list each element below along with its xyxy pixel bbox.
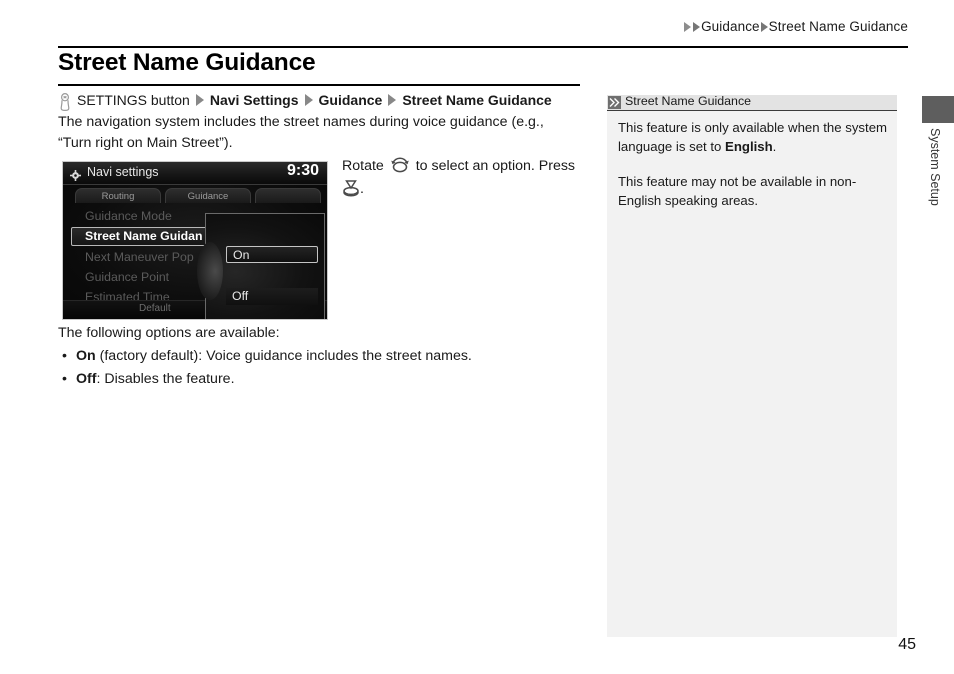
intro-paragraph: The navigation system includes the stree… [58, 114, 544, 151]
double-chevron-icon [608, 96, 621, 109]
nav-tabs: Routing Guidance [69, 188, 321, 203]
chevron-right-icon [388, 94, 397, 106]
rotate-text-middle: to select an option. Press [415, 158, 576, 174]
chevron-right-icon [195, 94, 204, 106]
title-divider [58, 84, 580, 86]
rotate-text-before: Rotate [342, 158, 384, 174]
section-tab-label: System Setup [928, 128, 942, 206]
rotate-knob-icon [389, 157, 411, 173]
nav-body: Routing Guidance Guidance Mode Street Na… [63, 185, 327, 319]
list-item: • Off: Disables the feature. [58, 368, 578, 391]
breadcrumb-item-street-name-guidance: Street Name Guidance [768, 19, 908, 34]
option-desc-on: (factory default): Voice guidance includ… [95, 348, 472, 364]
page-number: 45 [898, 636, 916, 653]
press-knob-icon [342, 180, 360, 197]
path-step-street-name-guidance: Street Name Guidance [402, 92, 552, 108]
nav-option-popup: On Off [197, 213, 325, 319]
list-item: • On (factory default): Voice guidance i… [58, 345, 578, 368]
section-tab-marker [922, 96, 954, 123]
side-note-p1-bold: English [725, 139, 773, 154]
side-note-p1-part2: . [772, 139, 777, 154]
nav-tab-routing[interactable]: Routing [75, 188, 161, 203]
nav-tab-extra[interactable] [255, 188, 321, 203]
side-note-paragraph-2: This feature may not be available in non… [618, 174, 857, 208]
nav-clock: 9:30 [286, 162, 319, 179]
option-desc-off: : Disables the feature. [96, 371, 235, 387]
chevron-right-icon [760, 21, 768, 32]
side-note-body: This feature is only available when the … [618, 118, 890, 226]
side-note-title: Street Name Guidance [625, 94, 752, 108]
option-name-on: On [76, 348, 96, 364]
gear-icon [70, 168, 81, 181]
nav-default-button[interactable]: Default [139, 303, 171, 314]
chevron-right-icon [684, 21, 692, 32]
option-name-off: Off [76, 371, 97, 387]
chevron-right-icon [693, 21, 701, 32]
nav-tab-guidance[interactable]: Guidance [165, 188, 251, 203]
options-intro: The following options are available: [58, 325, 280, 341]
chevron-right-icon [304, 94, 313, 106]
side-note-panel: Street Name Guidance This feature is onl… [607, 94, 897, 637]
settings-knob-icon [58, 92, 72, 112]
breadcrumb-item-guidance: Guidance [701, 19, 760, 34]
path-step-navi-settings: Navi Settings [209, 92, 299, 108]
popup-option-off[interactable]: Off [226, 288, 318, 305]
side-note-header: Street Name Guidance [607, 94, 897, 111]
settings-path: SETTINGS button Navi Settings Guidance S… [58, 91, 552, 112]
bullet-icon: • [62, 348, 67, 364]
path-step-guidance: Guidance [318, 92, 383, 108]
bullet-icon: • [62, 371, 67, 387]
breadcrumb: Guidance Street Name Guidance [683, 19, 908, 34]
path-start-label: SETTINGS button [77, 92, 190, 108]
rotate-instruction: Rotate to select an option. Press . [342, 155, 582, 201]
side-note-paragraph-1: This feature is only available when the … [618, 118, 890, 156]
knob-graphic [197, 242, 223, 300]
header-divider [58, 46, 908, 48]
options-list: • On (factory default): Voice guidance i… [58, 345, 578, 391]
rotate-text-after: . [360, 181, 364, 197]
nav-title-label: Navi settings [87, 165, 159, 179]
page-title: Street Name Guidance [58, 49, 316, 76]
navigation-screen-image: Navi settings 9:30 Routing Guidance Guid… [62, 161, 328, 320]
popup-option-on[interactable]: On [226, 246, 318, 263]
nav-titlebar: Navi settings 9:30 [63, 162, 327, 186]
